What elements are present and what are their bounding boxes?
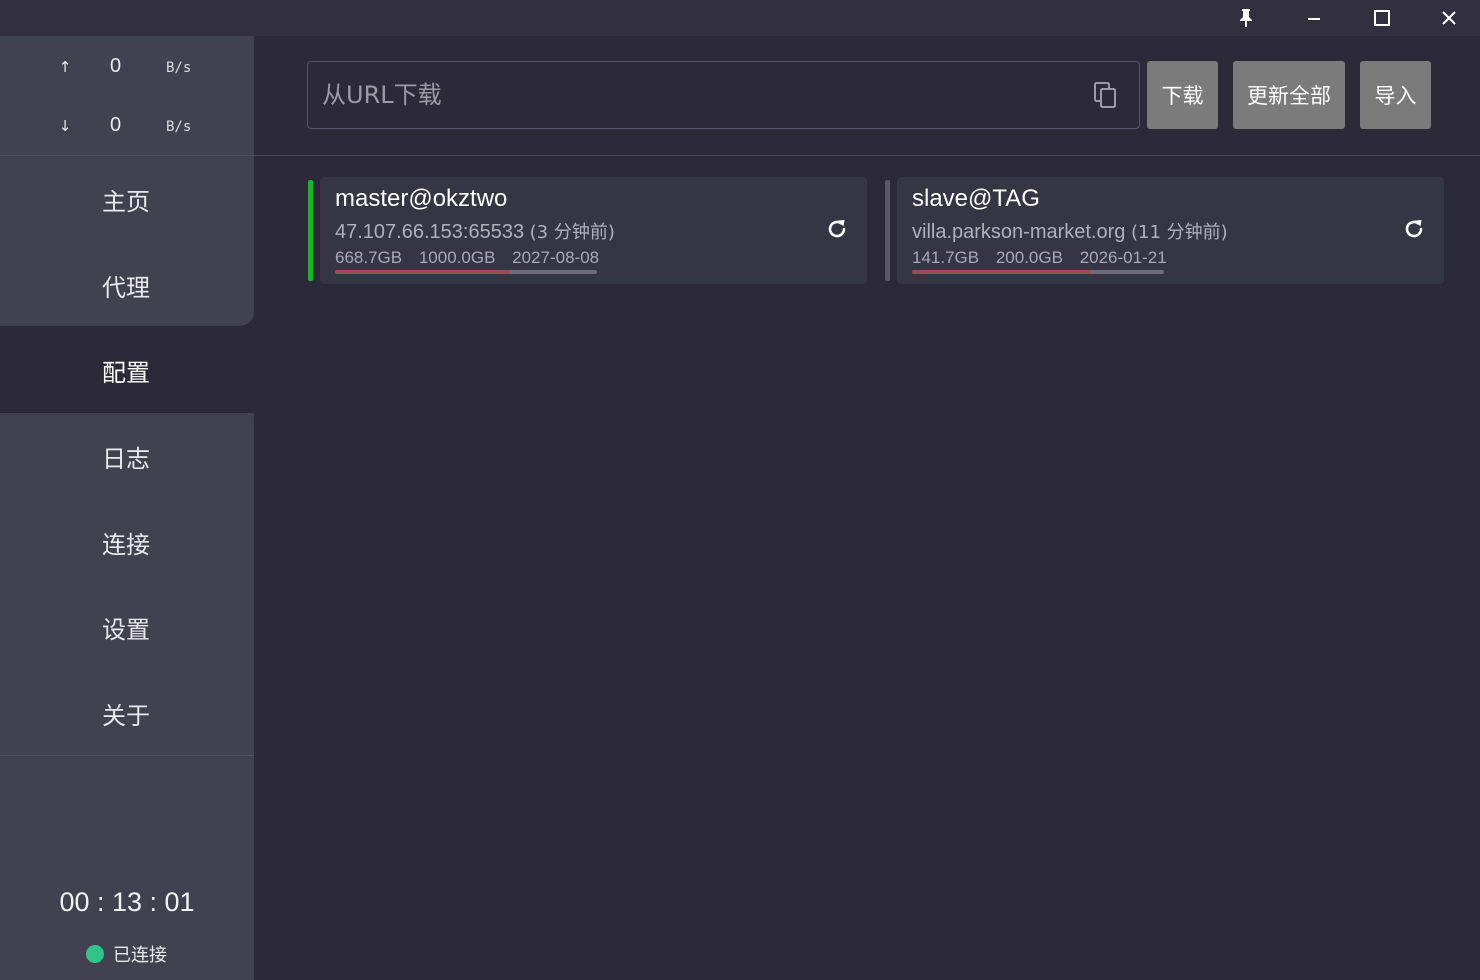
profile-used: 668.7GB <box>335 248 403 267</box>
nav-item-home[interactable]: 主页 <box>0 156 254 242</box>
title-bar <box>0 0 1480 36</box>
main-panel: 下载 更新全部 导入 master@okztwo 47.107.66.153:6… <box>254 36 1480 980</box>
nav-item-label: 主页 <box>102 187 150 216</box>
download-value: 0 <box>110 114 122 136</box>
profile-total: 200.0GB <box>995 248 1063 267</box>
profile-total: 1000.0GB <box>418 248 496 267</box>
status-dot-icon <box>86 945 104 963</box>
nav-item-label: 关于 <box>102 701 150 730</box>
profile-selected-indicator <box>885 180 890 281</box>
import-button[interactable]: 导入 <box>1360 61 1431 129</box>
sidebar-divider <box>0 755 254 756</box>
profile-updated: (3 分钟前) <box>529 222 615 243</box>
usage-bar-fill <box>335 270 511 274</box>
profile-address: 47.107.66.153:65533 <box>335 221 525 243</box>
profile-name: master@okztwo <box>335 185 508 212</box>
profile-card[interactable]: master@okztwo 47.107.66.153:65533 (3 分钟前… <box>308 177 867 284</box>
nav-item-logs[interactable]: 日志 <box>0 413 254 499</box>
profile-meta: 141.7GB 200.0GB 2026-01-21 <box>912 248 1179 268</box>
uptime-timer: 00 : 13 : 01 <box>59 887 195 917</box>
maximize-icon <box>1374 10 1390 26</box>
nav-item-connections[interactable]: 连接 <box>0 499 254 585</box>
copy-icon <box>1094 82 1116 108</box>
status-label: 已连接 <box>113 945 167 966</box>
upload-speed: ↑ 0 B/s <box>0 52 254 82</box>
profile-expire: 2027-08-08 <box>512 248 600 267</box>
profile-name: slave@TAG <box>912 185 1040 212</box>
refresh-icon[interactable] <box>1402 217 1426 241</box>
nav-item-proxy[interactable]: 代理 <box>0 242 254 328</box>
sidebar: ↑ 0 B/s ↓ 0 B/s 主页 代理 配置 日志 连接 设置 关于 00 … <box>0 36 254 980</box>
profile-address-line: 47.107.66.153:65533 (3 分钟前) <box>335 218 615 244</box>
nav-item-profiles[interactable]: 配置 <box>0 327 254 413</box>
profile-address: villa.parkson-market.org <box>912 221 1126 243</box>
download-speed: ↓ 0 B/s <box>0 111 254 141</box>
nav-item-label: 配置 <box>102 358 150 387</box>
nav-item-label: 连接 <box>102 530 150 559</box>
nav-item-settings[interactable]: 设置 <box>0 584 254 670</box>
traffic-panel: ↑ 0 B/s ↓ 0 B/s <box>0 36 254 156</box>
download-button[interactable]: 下载 <box>1147 61 1218 129</box>
pin-icon <box>1240 9 1252 27</box>
usage-bar <box>335 270 597 274</box>
update-all-button[interactable]: 更新全部 <box>1233 61 1345 129</box>
url-input[interactable] <box>308 81 1078 109</box>
download-unit: B/s <box>166 119 192 135</box>
profile-updated: (11 分钟前) <box>1130 222 1228 243</box>
nav-item-label: 日志 <box>102 444 150 473</box>
refresh-icon[interactable] <box>825 217 849 241</box>
nav-item-label: 代理 <box>102 273 150 302</box>
minimize-button[interactable] <box>1281 0 1347 36</box>
usage-bar <box>912 270 1164 274</box>
profile-expire: 2026-01-21 <box>1079 248 1167 267</box>
pin-button[interactable] <box>1213 0 1279 36</box>
nav-item-about[interactable]: 关于 <box>0 670 254 756</box>
upload-unit: B/s <box>166 60 192 76</box>
profile-used: 141.7GB <box>912 248 980 267</box>
close-icon <box>1442 11 1456 25</box>
profile-address-line: villa.parkson-market.org (11 分钟前) <box>912 218 1228 244</box>
nav-item-label: 设置 <box>102 615 150 644</box>
upload-arrow-icon: ↑ <box>58 58 72 76</box>
usage-bar-fill <box>912 270 1091 274</box>
minimize-icon <box>1308 18 1320 20</box>
profile-meta: 668.7GB 1000.0GB 2027-08-08 <box>335 248 611 268</box>
maximize-button[interactable] <box>1349 0 1415 36</box>
download-arrow-icon: ↓ <box>58 117 72 135</box>
profile-selected-indicator <box>308 180 313 281</box>
profile-card[interactable]: slave@TAG villa.parkson-market.org (11 分… <box>885 177 1444 284</box>
url-input-box <box>307 61 1140 129</box>
connection-status[interactable]: 已连接 <box>86 941 167 967</box>
upload-value: 0 <box>110 55 122 77</box>
close-button[interactable] <box>1416 0 1480 36</box>
toolbar-divider <box>254 155 1480 156</box>
paste-button[interactable] <box>1093 82 1119 110</box>
